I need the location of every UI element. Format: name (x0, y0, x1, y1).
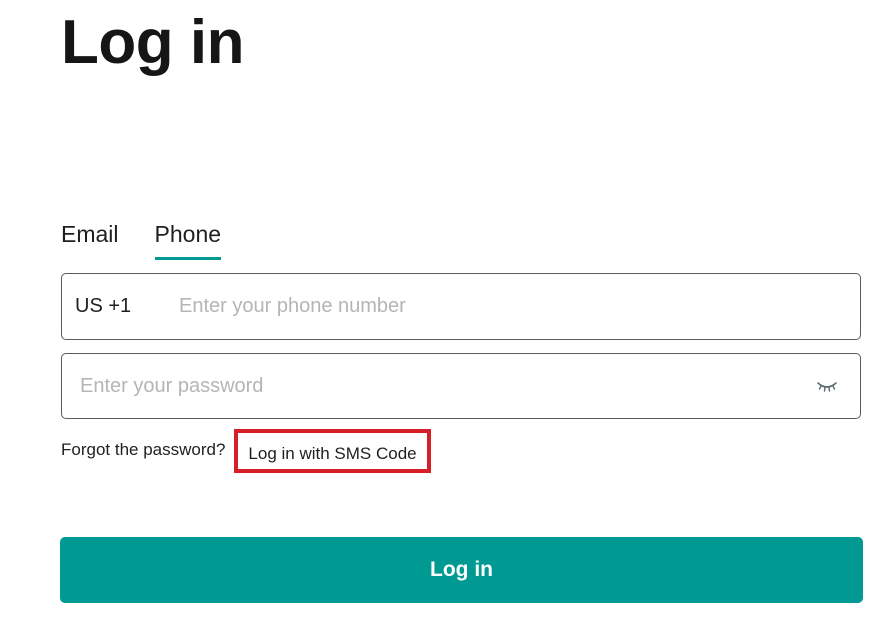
phone-input[interactable] (179, 274, 839, 339)
login-button[interactable]: Log in (60, 537, 863, 603)
sms-login-link[interactable]: Log in with SMS Code (234, 429, 431, 473)
tab-phone[interactable]: Phone (154, 221, 222, 260)
password-field (61, 353, 861, 419)
phone-field: US +1 (61, 273, 861, 340)
tab-email[interactable]: Email (61, 221, 119, 260)
eye-closed-icon[interactable] (816, 378, 838, 394)
eye-closed-icon-svg (817, 382, 837, 392)
auth-links: Forgot the password? Log in with SMS Cod… (61, 428, 431, 473)
forgot-password-link[interactable]: Forgot the password? (61, 440, 225, 460)
password-input[interactable] (80, 354, 800, 418)
page-title: Log in (61, 8, 244, 77)
login-method-tabs: Email Phone (61, 221, 222, 260)
country-code-selector[interactable]: US +1 (75, 295, 131, 318)
login-page: Log in Email Phone US +1 Forgot the pass… (0, 0, 889, 624)
